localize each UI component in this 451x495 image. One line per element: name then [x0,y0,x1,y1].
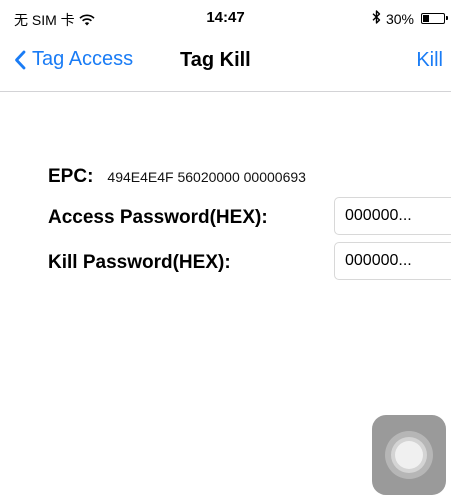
back-button-label: Tag Access [32,48,134,70]
kill-password-label: Kill Password(HEX): [48,252,231,273]
chevron-left-icon [14,50,26,70]
access-password-label: Access Password(HEX): [48,207,268,228]
battery-icon [421,13,448,24]
access-password-input[interactable]: 000000... [334,197,451,235]
assistive-touch-core [395,441,423,469]
kill-password-input[interactable]: 000000... [334,242,451,280]
page-title: Tag Kill [180,49,251,71]
assistive-touch-ring [391,437,427,473]
assistive-touch-button[interactable] [372,415,446,495]
status-bar: 无 SIM 卡 14:47 30% [0,0,451,36]
status-right: 30% [372,10,448,27]
battery-fill [423,15,429,22]
navigation-bar: Tag Access Tag Kill Kill [0,36,451,92]
battery-percent: 30% [385,10,414,27]
back-button[interactable]: Tag Access [14,48,133,71]
assistive-touch-icon [385,431,433,479]
bluetooth-icon [372,10,381,27]
kill-button[interactable]: Kill [416,49,443,72]
battery-nub [446,16,448,20]
epc-value: 494E4E4F 56020000 00000693 [107,169,306,185]
epc-row: EPC: 494E4E4F 56020000 00000693 [48,166,306,188]
epc-label: EPC: [48,166,94,187]
